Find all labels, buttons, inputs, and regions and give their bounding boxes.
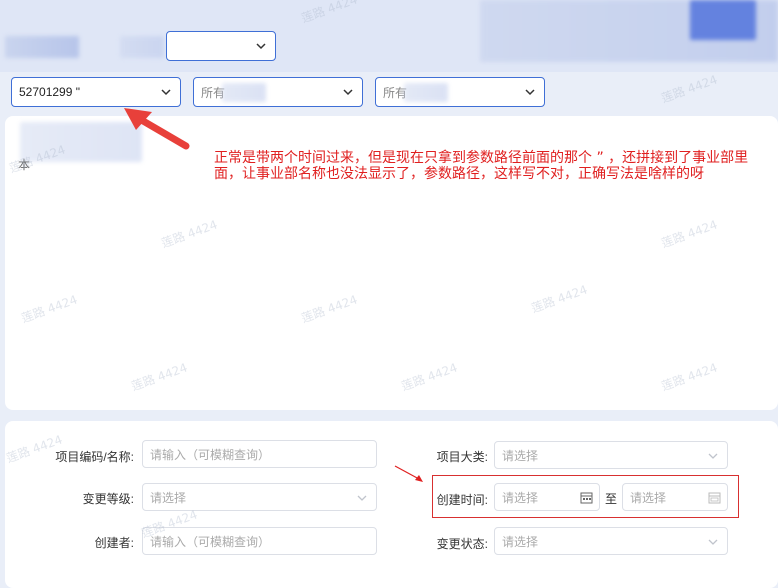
project-category-placeholder: 请选择 — [502, 448, 539, 463]
created-time-start-placeholder: 请选择 — [502, 490, 539, 505]
calendar-icon[interactable] — [708, 491, 721, 504]
project-code-placeholder: 请输入（可模糊查询） — [150, 447, 271, 462]
annotation-text: 正常是带两个时间过来，但是现在只拿到参数路径前面的那个 ” ，还拼接到了事业部里… — [214, 150, 749, 182]
blurred-title — [120, 36, 164, 58]
created-time-start-input[interactable]: 请选择 — [494, 483, 600, 511]
change-status-label: 变更状态: — [436, 537, 488, 551]
creator-placeholder: 请输入（可模糊查询） — [150, 534, 271, 549]
created-time-label: 创建时间: — [436, 493, 488, 507]
chevron-down-icon — [524, 86, 536, 98]
blurred-header-accent — [690, 0, 756, 40]
blurred-select-text — [404, 83, 448, 102]
annotation-arrow-small — [394, 465, 423, 482]
chevron-down-icon — [356, 492, 368, 504]
top-select[interactable] — [166, 31, 276, 61]
creator-input[interactable]: 请输入（可模糊查询） — [142, 527, 377, 555]
chevron-down-icon — [707, 450, 719, 462]
panel-title-stub: 本 — [18, 158, 31, 172]
calendar-icon[interactable] — [580, 491, 593, 504]
project-code-label: 项目编码/名称: — [55, 450, 134, 464]
blurred-logo — [5, 36, 79, 58]
filter-select-value: 52701299 " — [19, 85, 80, 99]
blurred-select-text — [222, 83, 266, 102]
chevron-down-icon — [160, 86, 172, 98]
change-status-placeholder: 请选择 — [502, 534, 539, 549]
annotation-arrow — [124, 108, 190, 150]
filter-select-business-unit[interactable]: 52701299 " — [11, 77, 181, 107]
created-time-end-placeholder: 请选择 — [630, 490, 667, 505]
change-level-placeholder: 请选择 — [150, 490, 187, 505]
created-time-separator: 至 — [605, 492, 618, 506]
watermark: 莲路 4424 — [659, 72, 720, 106]
created-time-end-input[interactable]: 请选择 — [622, 483, 728, 511]
chevron-down-icon — [342, 86, 354, 98]
chevron-down-icon — [707, 536, 719, 548]
change-level-select[interactable]: 请选择 — [142, 483, 377, 511]
chevron-down-icon — [255, 40, 267, 52]
project-code-input[interactable]: 请输入（可模糊查询） — [142, 440, 377, 468]
project-category-select[interactable]: 请选择 — [494, 441, 728, 469]
change-level-label: 变更等级: — [82, 492, 134, 506]
filter-select-2[interactable]: 所有 — [193, 77, 363, 107]
creator-label: 创建者: — [94, 536, 134, 550]
filter-select-3[interactable]: 所有 — [375, 77, 545, 107]
project-category-label: 项目大类: — [436, 450, 488, 464]
change-status-select[interactable]: 请选择 — [494, 527, 728, 555]
